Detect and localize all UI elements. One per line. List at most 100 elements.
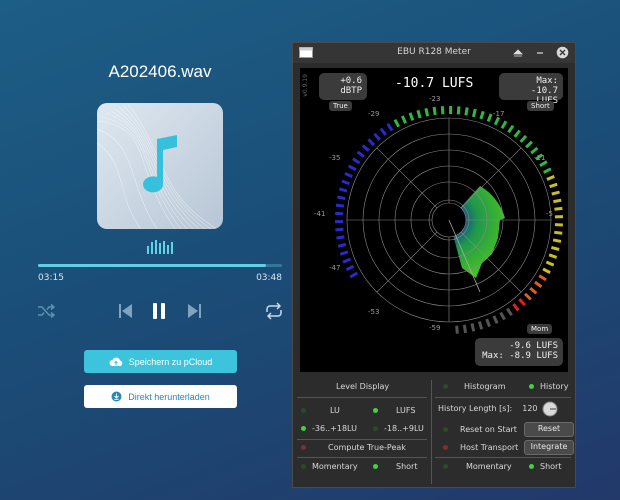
reset-on-start-led: [443, 427, 448, 432]
loudness-readout: -10.7 LUFS: [395, 76, 474, 91]
range-36-18-label: -36..+18LU: [312, 424, 357, 433]
next-button[interactable]: [184, 300, 206, 322]
true-peak-tag: True: [329, 101, 352, 111]
window-title: EBU R128 Meter: [397, 47, 471, 57]
compute-true-peak-led: [301, 445, 306, 450]
skip-back-icon: [119, 304, 132, 318]
shuffle-button[interactable]: [35, 300, 57, 322]
momentary-right-label: Momentary: [466, 462, 512, 471]
short-tag: Short: [527, 101, 554, 111]
momentary-left-label: Momentary: [312, 462, 358, 471]
history-length-label: History Length [s]:: [438, 404, 513, 413]
lu-option[interactable]: LU: [301, 406, 340, 415]
range-36-18-led: [301, 426, 306, 431]
plugin-version: v0.9.19: [302, 74, 309, 97]
momentary-left-led: [301, 464, 306, 469]
level-display-header: Level Display: [336, 382, 389, 391]
repeat-icon: [266, 302, 282, 320]
scale-label: -35: [329, 154, 341, 162]
scale-label: -29: [368, 110, 380, 118]
repeat-button[interactable]: [263, 300, 285, 322]
history-length-knob[interactable]: [542, 401, 558, 417]
save-to-pcloud-button[interactable]: Speichern zu pCloud: [84, 350, 237, 373]
progress-fill: [38, 264, 267, 267]
lufs-option[interactable]: LUFS: [373, 406, 415, 415]
time-total: 03:48: [256, 273, 282, 283]
momentary-right-option[interactable]: Momentary: [443, 462, 512, 471]
window-titlebar[interactable]: EBU R128 Meter: [293, 43, 575, 63]
music-note-icon: [143, 135, 177, 193]
audio-player: A202406.wav 03:15 03:48 Speichern zu pCl…: [0, 0, 320, 500]
scale-label: -53: [368, 308, 380, 316]
short-right-led: [529, 464, 534, 469]
scale-label: -41: [314, 210, 326, 218]
true-peak-value: +0.6: [340, 76, 362, 86]
track-title: A202406.wav: [108, 62, 212, 81]
scale-label: -5: [546, 210, 553, 218]
progress-bar[interactable]: [38, 264, 282, 267]
lu-led: [301, 408, 306, 413]
level-display-label: Level Display: [336, 382, 390, 391]
lu-label: LU: [330, 406, 340, 415]
history-label: History: [540, 382, 569, 391]
cloud-upload-icon: [109, 357, 122, 366]
histogram-label: Histogram: [464, 382, 506, 391]
time-current: 03:15: [38, 273, 64, 283]
reset-button[interactable]: Reset: [524, 422, 574, 437]
scale-label: -11: [534, 154, 546, 162]
short-left-option[interactable]: Short: [373, 462, 417, 471]
momentary-max: Max: -8.9 LUFS: [482, 351, 558, 361]
true-peak-readout: +0.6 dBTP: [319, 73, 367, 100]
momentary-readout: -9.6 LUFS Max: -8.9 LUFS: [475, 338, 563, 366]
histogram-option[interactable]: Histogram: [443, 382, 506, 391]
momentary-left-option[interactable]: Momentary: [301, 462, 358, 471]
history-length-row: History Length [s]: 120: [438, 404, 538, 413]
short-left-label: Short: [396, 462, 418, 471]
host-transport-led: [443, 445, 448, 450]
shade-icon[interactable]: [513, 48, 523, 58]
range-18-9-led: [373, 426, 378, 431]
shuffle-icon: [38, 303, 56, 319]
max-short-label: Max:: [536, 76, 558, 86]
host-transport-option[interactable]: Host Transport: [443, 443, 518, 452]
range-36-18-option[interactable]: -36..+18LU: [301, 424, 357, 433]
settings-panel: Level Display LU LUFS -36..+18LU -18..+9…: [293, 377, 575, 487]
direct-download-button[interactable]: Direkt herunterladen: [84, 385, 237, 408]
momentary-tag: Mom: [527, 324, 553, 334]
true-peak-unit: dBTP: [340, 86, 362, 96]
short-left-led: [373, 464, 378, 469]
compute-true-peak-option[interactable]: Compute True-Peak: [301, 443, 406, 452]
range-18-9-option[interactable]: -18..+9LU: [373, 424, 424, 433]
reset-on-start-option[interactable]: Reset on Start: [443, 425, 517, 434]
host-transport-label: Host Transport: [460, 443, 519, 452]
scale-label: -47: [329, 264, 341, 272]
momentary-value: -9.6 LUFS: [509, 341, 558, 351]
range-18-9-label: -18..+9LU: [384, 424, 424, 433]
skip-forward-icon: [188, 304, 201, 318]
scale-label: -23: [429, 95, 441, 103]
histogram-led: [443, 384, 448, 389]
history-option[interactable]: History: [529, 382, 568, 391]
previous-button[interactable]: [114, 300, 136, 322]
reset-on-start-label: Reset on Start: [460, 425, 517, 434]
minimize-icon[interactable]: [535, 48, 545, 58]
audio-level-icon: [147, 240, 173, 254]
pause-button[interactable]: [148, 300, 170, 322]
album-cover: [97, 103, 223, 229]
lufs-led: [373, 408, 378, 413]
compute-true-peak-label: Compute True-Peak: [328, 443, 406, 452]
close-icon[interactable]: [556, 46, 569, 59]
download-button-label: Direkt herunterladen: [128, 391, 210, 402]
scale-label: -59: [429, 324, 441, 332]
history-led: [529, 384, 534, 389]
short-right-option[interactable]: Short: [529, 462, 561, 471]
loudness-meter-display: v0.9.19 +0.6 dBTP True -10.7 LUFS Max: -…: [300, 68, 568, 372]
save-button-label: Speichern zu pCloud: [128, 356, 213, 367]
pause-icon: [153, 303, 165, 319]
scale-label: -17: [493, 110, 505, 118]
history-length-value: 120: [522, 404, 538, 413]
momentary-right-led: [443, 464, 448, 469]
short-right-label: Short: [540, 462, 562, 471]
max-short-readout: Max: -10.7 LUFS: [499, 73, 563, 106]
integrate-button[interactable]: Integrate: [524, 440, 574, 455]
